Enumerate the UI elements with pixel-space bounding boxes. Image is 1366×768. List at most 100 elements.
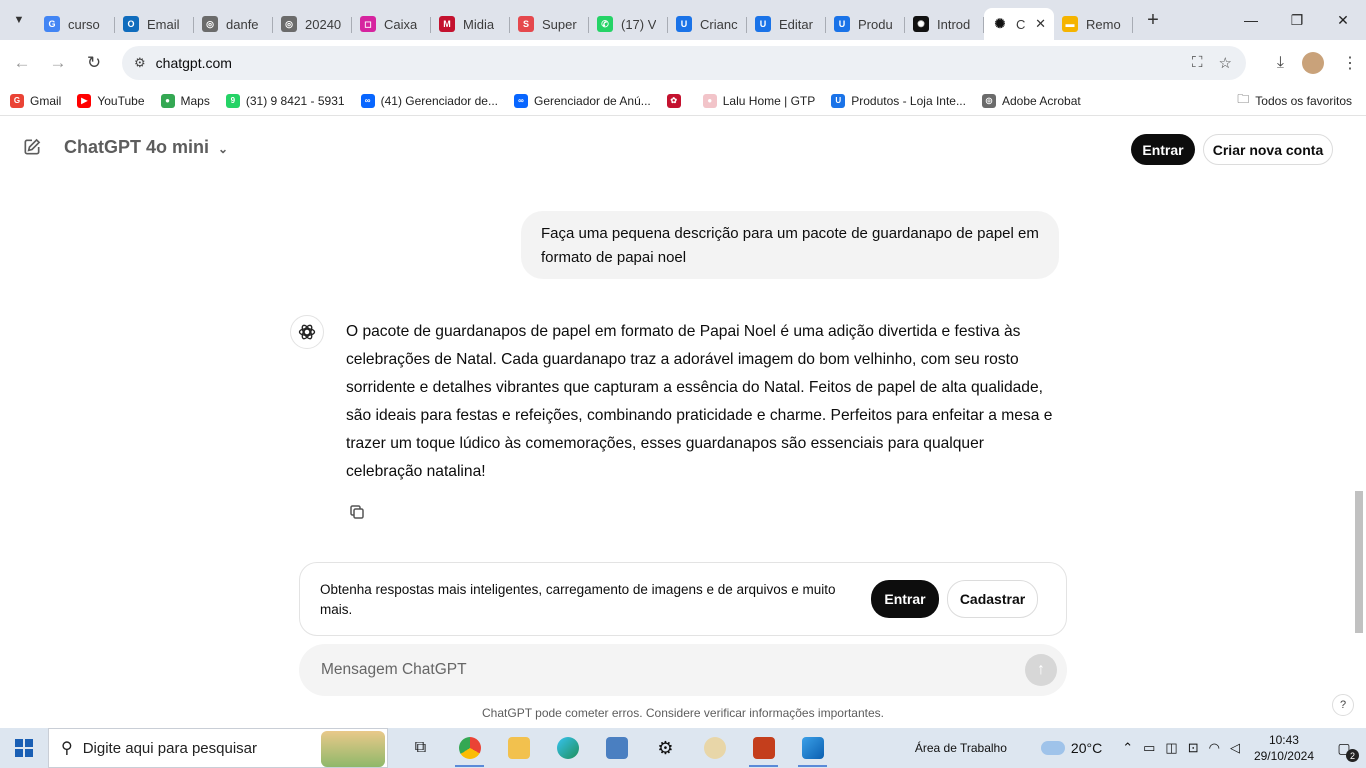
tab-11[interactable]: ✺ Introd: [905, 8, 984, 40]
profile-avatar[interactable]: [1302, 52, 1324, 74]
tab-2[interactable]: ◎ danfe: [194, 8, 273, 40]
signup-button[interactable]: Criar nova conta: [1203, 134, 1333, 165]
model-selector[interactable]: ChatGPT 4o mini ⌄: [64, 137, 228, 158]
tab-1[interactable]: O Email: [115, 8, 194, 40]
tab-7[interactable]: ✆ (17) V: [589, 8, 668, 40]
copy-icon[interactable]: [348, 503, 366, 521]
tab-last[interactable]: ▬ Remo: [1054, 8, 1133, 40]
login-button[interactable]: Entrar: [1131, 134, 1195, 165]
paint-icon[interactable]: [690, 728, 739, 768]
scrollbar-thumb[interactable]: [1355, 491, 1363, 633]
bookmark-0[interactable]: G Gmail: [10, 93, 61, 108]
help-button[interactable]: ?: [1332, 694, 1354, 716]
promo-login-button[interactable]: Entrar: [871, 580, 939, 618]
message-input[interactable]: [321, 656, 1001, 684]
volume-icon[interactable]: ◁: [1230, 740, 1240, 756]
bookmark-9[interactable]: ◎ Adobe Acrobat: [981, 93, 1081, 108]
wifi-icon[interactable]: ◠: [1209, 740, 1220, 756]
folder-icon: 🗀: [1237, 92, 1250, 106]
task-view-icon[interactable]: ⧉: [396, 728, 445, 768]
tab-favicon-icon: U: [755, 16, 771, 32]
tab-5[interactable]: M Midia: [431, 8, 510, 40]
back-icon[interactable]: ←: [4, 53, 40, 73]
battery-icon[interactable]: ▭: [1143, 740, 1155, 756]
bookmark-favicon-icon: ◎: [981, 93, 996, 108]
tab-10[interactable]: U Produ: [826, 8, 905, 40]
send-button[interactable]: ↑: [1025, 654, 1057, 686]
chevron-down-icon: ▼: [13, 14, 25, 26]
bookmark-8[interactable]: U Produtos - Loja Inte...: [831, 93, 966, 108]
chrome-icon[interactable]: [445, 728, 494, 768]
tab-label: 20240: [305, 16, 342, 32]
tab-strip: ▼ Gcurso O Email ◎ danfe ◎ 20240 ◻ Caixa M Midia S S…: [0, 0, 1366, 40]
bookmarks-bar: G Gmail ▶ YouTube ● Maps 9 (31) 9 8421 - 5931 ∞ (…: [0, 86, 1366, 116]
close-tab-icon[interactable]: ✕: [1035, 16, 1046, 32]
bookmark-label: Gerenciador de Anú...: [534, 93, 651, 108]
display-icon[interactable]: ⊡: [1188, 740, 1199, 756]
calculator-icon[interactable]: [592, 728, 641, 768]
bookmark-star-icon[interactable]: ☆: [1219, 54, 1232, 72]
translate-icon[interactable]: ⛶: [1192, 54, 1203, 72]
tab-search-button[interactable]: ▼: [2, 3, 36, 37]
tab-6[interactable]: S Super: [510, 8, 589, 40]
tab-label: curso: [68, 16, 100, 32]
network-icon[interactable]: ◫: [1165, 740, 1177, 756]
tab-4[interactable]: ◻ Caixa: [352, 8, 431, 40]
powerpoint-icon[interactable]: [739, 728, 788, 768]
photos-icon[interactable]: [788, 728, 837, 768]
bookmark-7[interactable]: ● Lalu Home | GTP: [702, 93, 815, 108]
weather-widget[interactable]: 20°C: [1040, 740, 1102, 756]
menu-dots-icon[interactable]: ⋮: [1342, 53, 1358, 73]
bookmark-label: (41) Gerenciador de...: [380, 93, 498, 108]
bookmark-1[interactable]: ▶ YouTube: [77, 93, 145, 108]
bookmark-label: Maps: [180, 93, 210, 108]
new-chat-icon[interactable]: [22, 137, 42, 157]
bookmark-label: Adobe Acrobat: [1001, 93, 1081, 108]
window-controls: — ❐ ✕: [1228, 0, 1366, 40]
minimize-icon[interactable]: —: [1228, 0, 1274, 40]
scrollbar[interactable]: [1352, 125, 1366, 645]
bookmark-4[interactable]: ∞ (41) Gerenciador de...: [360, 93, 498, 108]
chatgpt-logo-icon: [290, 315, 324, 349]
url-text[interactable]: chatgpt.com: [156, 55, 232, 71]
taskbar-search[interactable]: ⚲ Digite aqui para pesquisar: [48, 728, 388, 768]
tab-label: Midia: [463, 16, 495, 32]
tab-label: Email: [147, 16, 180, 32]
chevron-up-icon[interactable]: ⌃: [1122, 740, 1133, 756]
bookmark-6[interactable]: ✿: [666, 93, 687, 108]
tab-label: Super: [542, 16, 577, 32]
windows-taskbar: ⚲ Digite aqui para pesquisar ⧉ ⚙ Área de…: [0, 728, 1366, 768]
cloud-icon: [1040, 741, 1065, 755]
search-highlight-image: [321, 731, 385, 767]
start-button[interactable]: [0, 728, 48, 768]
tab-favicon-icon: M: [439, 16, 455, 32]
clock[interactable]: 10:43 29/10/2024: [1254, 732, 1314, 764]
restore-icon[interactable]: ❐: [1274, 0, 1320, 40]
bookmark-5[interactable]: ∞ Gerenciador de Anú...: [514, 93, 651, 108]
download-icon[interactable]: ⤓: [1277, 54, 1284, 72]
tab-active[interactable]: ✺ C ✕: [984, 8, 1054, 40]
forward-icon[interactable]: →: [40, 53, 76, 73]
bookmark-3[interactable]: 9 (31) 9 8421 - 5931: [225, 93, 345, 108]
close-window-icon[interactable]: ✕: [1320, 0, 1366, 40]
edge-icon[interactable]: [543, 728, 592, 768]
user-message: Faça uma pequena descrição para um pacot…: [521, 211, 1059, 279]
tab-label: danfe: [226, 16, 259, 32]
file-explorer-icon[interactable]: [494, 728, 543, 768]
promo-signup-button[interactable]: Cadastrar: [947, 580, 1038, 618]
windows-icon: [15, 739, 33, 757]
tab-9[interactable]: U Editar: [747, 8, 826, 40]
desktop-toolbar[interactable]: Área de Trabalho: [915, 741, 1007, 755]
tab-3[interactable]: ◎ 20240: [273, 8, 352, 40]
tab-8[interactable]: U Crianc: [668, 8, 747, 40]
reload-icon[interactable]: ↻: [76, 53, 112, 73]
tab-0[interactable]: Gcurso: [36, 8, 115, 40]
tab-label: Crianc: [700, 16, 738, 32]
new-tab-button[interactable]: +: [1137, 9, 1169, 32]
settings-icon[interactable]: ⚙: [641, 728, 690, 768]
site-settings-icon[interactable]: ⚙: [134, 55, 146, 71]
bookmark-2[interactable]: ● Maps: [160, 93, 210, 108]
notification-icon[interactable]: ▢ 2: [1332, 736, 1359, 762]
address-bar[interactable]: ⚙ chatgpt.com ⛶ ☆: [122, 46, 1246, 80]
all-bookmarks[interactable]: 🗀 Todos os favoritos: [1237, 90, 1352, 111]
